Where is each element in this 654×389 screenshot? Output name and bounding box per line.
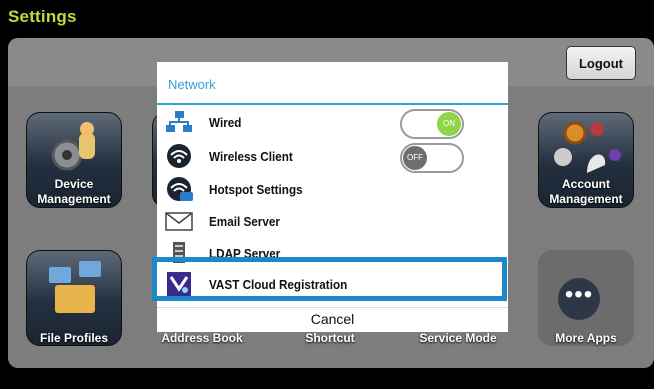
wired-item[interactable]: Wired ON (157, 106, 508, 139)
hotspot-settings-label: Hotspot Settings (209, 182, 303, 197)
network-icon (166, 111, 192, 132)
envelope-icon (165, 212, 193, 231)
gear-user-icon (51, 122, 95, 171)
selection-highlight (152, 257, 507, 301)
folder-network-icon (49, 261, 101, 313)
dialog-title: Network (168, 77, 216, 92)
shortcut-label[interactable]: Shortcut (275, 331, 385, 346)
wired-toggle-state: ON (437, 112, 461, 136)
hotspot-settings-item[interactable]: Hotspot Settings (157, 173, 508, 205)
account-management-label: Account Management (549, 177, 623, 206)
service-mode-label[interactable]: Service Mode (403, 331, 513, 346)
file-profiles-label: File Profiles (39, 331, 109, 345)
email-server-label: Email Server (209, 214, 280, 229)
account-gears-icon (554, 121, 621, 173)
wifi-icon (167, 144, 191, 168)
address-book-label[interactable]: Address Book (147, 331, 257, 346)
logout-button[interactable]: Logout (566, 46, 636, 80)
more-icon: ••• (558, 278, 600, 320)
cancel-button[interactable]: Cancel (157, 307, 508, 329)
device-management-label: Device Management (37, 177, 111, 206)
wireless-client-toggle[interactable]: OFF (400, 143, 464, 173)
email-server-item[interactable]: Email Server (157, 205, 508, 237)
page-title: Settings (8, 7, 77, 26)
wireless-client-item[interactable]: Wireless Client OFF (157, 140, 508, 173)
wireless-client-label: Wireless Client (209, 149, 293, 164)
more-apps-label: More Apps (555, 331, 617, 345)
wireless-client-toggle-state: OFF (403, 146, 427, 170)
hotspot-icon (167, 177, 193, 201)
top-bar: Settings (0, 0, 654, 36)
wired-label: Wired (209, 115, 242, 130)
wired-toggle[interactable]: ON (400, 109, 464, 139)
dialog-divider (157, 103, 508, 105)
